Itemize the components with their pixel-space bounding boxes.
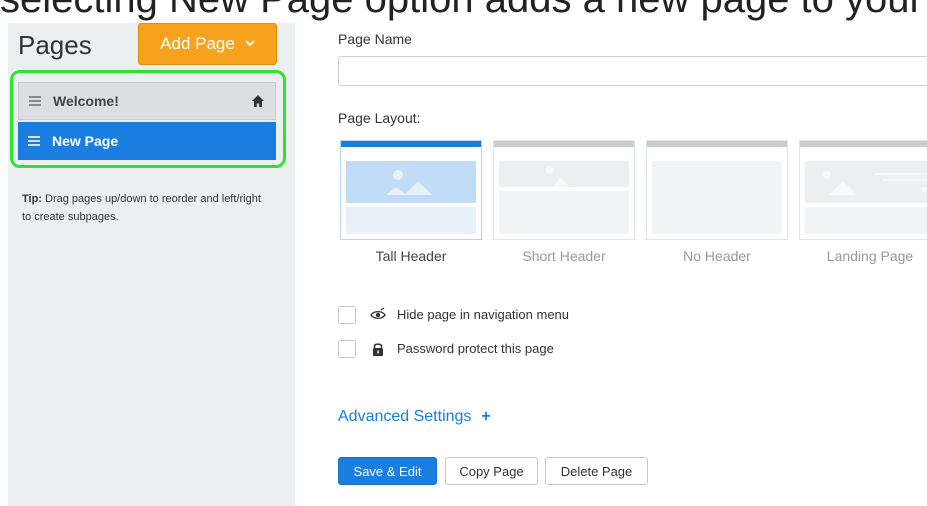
layout-header-bar (494, 141, 634, 147)
tip-label: Tip: (22, 193, 42, 205)
chevron-down-icon (245, 36, 255, 50)
image-placeholder-icon (545, 166, 569, 187)
layout-body-area (652, 161, 782, 234)
drag-handle-icon[interactable] (28, 136, 40, 146)
hide-page-checkbox[interactable] (338, 306, 356, 324)
delete-page-button[interactable]: Delete Page (545, 457, 648, 485)
save-edit-button[interactable]: Save & Edit (338, 457, 437, 485)
layout-hero-area (805, 161, 927, 203)
image-placeholder-icon (823, 171, 927, 195)
page-name-label: Page Name (338, 31, 412, 47)
advanced-settings-toggle[interactable]: Advanced Settings + (338, 408, 491, 426)
image-placeholder-icon (386, 170, 432, 195)
layout-hero-area (499, 161, 629, 187)
layout-body-area (805, 207, 927, 234)
pages-title: Pages (18, 30, 92, 60)
advanced-settings-label: Advanced Settings (338, 408, 472, 425)
drag-handle-icon[interactable] (29, 96, 41, 106)
copy-page-button[interactable]: Copy Page (445, 457, 538, 485)
sidebar-item-label: New Page (52, 133, 119, 149)
password-protect-label: Password protect this page (397, 341, 554, 356)
home-icon (252, 95, 264, 107)
add-page-button-label: Add Page (160, 34, 235, 53)
layout-header-bar (647, 141, 787, 147)
layout-option-tall-header[interactable] (340, 140, 482, 240)
drag-tip: Tip: Drag pages up/down to reorder and l… (22, 190, 272, 226)
tutorial-caption: selecting New Page option adds a new pag… (0, 0, 927, 24)
layout-option-short-header[interactable] (493, 140, 635, 240)
lock-icon (373, 343, 383, 356)
layout-name-no-header: No Header (683, 248, 751, 264)
sidebar-item-welcome[interactable]: Welcome! (18, 82, 276, 120)
layout-hero-area (346, 161, 476, 203)
layout-name-landing-page: Landing Page (826, 248, 914, 264)
layout-option-landing-page[interactable] (799, 140, 927, 240)
password-protect-checkbox[interactable] (338, 340, 356, 358)
tip-text: Drag pages up/down to reorder and left/r… (22, 193, 261, 223)
layout-body-area (346, 207, 476, 234)
layout-header-bar (800, 141, 927, 147)
layout-name-short-header: Short Header (522, 248, 606, 264)
sidebar-item-label: Welcome! (53, 93, 119, 109)
layout-header-bar (341, 141, 481, 147)
layout-option-no-header[interactable] (646, 140, 788, 240)
page-layout-label: Page Layout: (338, 110, 421, 126)
layout-body-area (499, 191, 629, 234)
hide-page-label: Hide page in navigation menu (397, 307, 570, 322)
eye-slash-icon (370, 307, 386, 320)
plus-icon: + (481, 408, 491, 425)
layout-name-tall-header: Tall Header (375, 248, 447, 264)
page-name-input[interactable] (338, 56, 927, 86)
sidebar-item-new-page[interactable]: New Page (18, 122, 276, 160)
add-page-button[interactable]: Add Page (138, 23, 277, 65)
